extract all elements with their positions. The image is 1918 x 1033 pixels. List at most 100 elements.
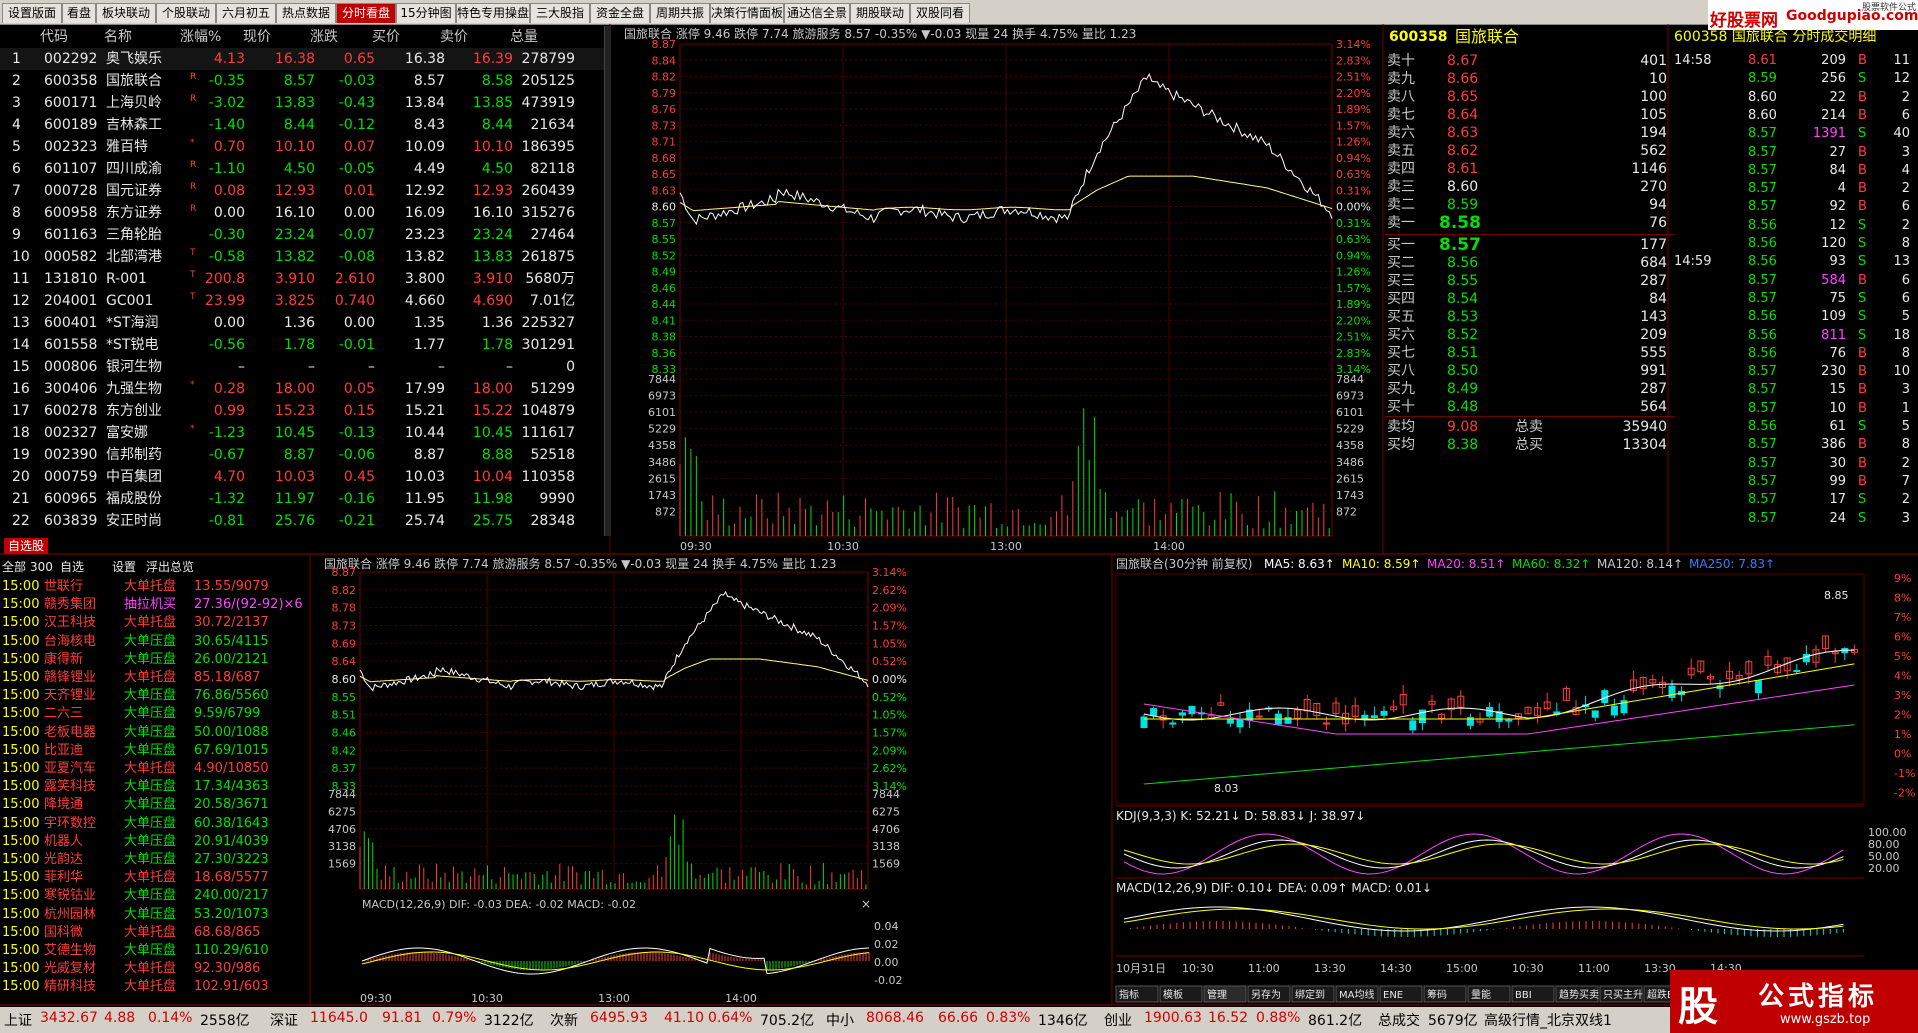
ask-row[interactable]: 卖八 8.65 100 <box>1385 88 1675 106</box>
indicator-tab[interactable]: BBI <box>1515 990 1532 1001</box>
indicator-tab[interactable]: 量能 <box>1471 988 1491 1001</box>
alert-row[interactable]: 15:00 比亚迪 大单压盘 67.69/1015 <box>0 742 308 760</box>
watchlist-row[interactable]: 8 600958 东方证券 R 0.00 16.10 0.00 16.09 16.10 31527… <box>0 202 610 224</box>
watchlist-row[interactable]: 4 600189 吉林森工 -1.40 8.44 -0.12 8.43 8.44 21634 <box>0 114 610 136</box>
alert-row[interactable]: 15:00 汉王科技 大单托盘 30.72/2137 <box>0 614 308 632</box>
ask-row[interactable]: 卖九 8.66 10 <box>1385 70 1675 88</box>
alert-row[interactable]: 15:00 杭州园林 大单压盘 53.20/1073 <box>0 906 308 924</box>
tick-row[interactable]: 8.57 27 B 3 <box>1670 144 1918 162</box>
indicator-tab[interactable]: ENE <box>1383 990 1403 1001</box>
tick-row[interactable]: 8.57 24 S 3 <box>1670 510 1918 528</box>
alert-filter-3[interactable]: 设置 <box>112 558 136 576</box>
indicator-tab[interactable]: 绑定到 <box>1295 988 1325 1001</box>
ask-row[interactable]: 卖一 8.58 76 <box>1385 214 1675 232</box>
bid-row[interactable]: 买四 8.54 84 <box>1385 290 1675 308</box>
tick-row[interactable]: 8.57 4 B 2 <box>1670 180 1918 198</box>
bid-row[interactable]: 买十 8.48 564 <box>1385 398 1675 416</box>
kline-chart[interactable]: 国旅联合(30分钟 前复权) MA5: 8.63↑ MA10: 8.59↑ MA20:… <box>1114 554 1918 1005</box>
alert-row[interactable]: 15:00 康得新 大单压盘 26.00/2121 <box>0 651 308 669</box>
alert-row[interactable]: 15:00 菲利华 大单托盘 18.68/5577 <box>0 869 308 887</box>
indicator-tab[interactable]: 模板 <box>1163 988 1183 1001</box>
tick-row[interactable]: 8.56 109 S 5 <box>1670 308 1918 326</box>
tick-row[interactable]: 8.57 92 B 6 <box>1670 198 1918 216</box>
tick-row[interactable]: 8.57 584 B 6 <box>1670 272 1918 290</box>
alert-row[interactable]: 15:00 赣秀集团 抽拉机买 27.36/(92-92)×6 <box>0 596 308 614</box>
watchlist-scrollbar[interactable] <box>604 26 611 536</box>
alert-filter-1[interactable]: 300 <box>30 558 53 576</box>
indicator-tab[interactable]: MA均线 <box>1339 988 1374 1001</box>
tick-row[interactable]: 8.57 15 B 3 <box>1670 381 1918 399</box>
indicator-tab[interactable]: 管理 <box>1207 988 1227 1001</box>
tick-row[interactable]: 14:59 8.56 93 S 13 <box>1670 253 1918 271</box>
tick-row[interactable]: 8.56 811 S 18 <box>1670 327 1918 345</box>
tick-row[interactable]: 8.56 120 S 8 <box>1670 235 1918 253</box>
watchlist-row[interactable]: 2 600358 国旅联合 R -0.35 8.57 -0.03 8.57 8.58 205125 <box>0 70 610 92</box>
watchlist-row[interactable]: 6 601107 四川成渝 R -1.10 4.50 -0.05 4.49 4.50 82118 <box>0 158 610 180</box>
watchlist-row[interactable]: 11 131810 R-001 T 200.8 3.910 2.610 3.800 3.910 5… <box>0 268 610 290</box>
alert-row[interactable]: 15:00 光韵达 大单压盘 27.30/3223 <box>0 851 308 869</box>
alert-row[interactable]: 15:00 光威复材 大单托盘 92.30/986 <box>0 960 308 978</box>
bid-row[interactable]: 买九 8.49 287 <box>1385 380 1675 398</box>
tick-row[interactable]: 8.56 61 S 5 <box>1670 418 1918 436</box>
watchlist-row[interactable]: 3 600171 上海贝岭 R -3.02 13.83 -0.43 13.84 13.85 473… <box>0 92 610 114</box>
intraday-chart-top[interactable]: 国旅联合 涨停 9.46 跌停 7.74 旅游服务 8.57 -0.35% ▼-… <box>612 24 1382 554</box>
indicator-tab[interactable]: 趋势买卖 <box>1559 988 1599 1001</box>
indicator-tab[interactable]: 筹码 <box>1427 988 1447 1001</box>
tick-row[interactable]: 8.60 22 B 2 <box>1670 89 1918 107</box>
indicator-tab[interactable]: 指标 <box>1119 988 1139 1001</box>
tick-row[interactable]: 8.59 256 S 12 <box>1670 70 1918 88</box>
tick-row[interactable]: 8.57 386 B 8 <box>1670 436 1918 454</box>
alert-filter-4[interactable]: 浮出 <box>146 558 170 576</box>
watchlist-row[interactable]: 19 002390 信邦制药 -0.67 8.87 -0.06 8.87 8.88 52518 <box>0 444 610 466</box>
watchlist-row[interactable]: 22 603839 安正时尚 -0.81 25.76 -0.21 25.74 25.75 283… <box>0 510 610 532</box>
ask-row[interactable]: 卖十 8.67 401 <box>1385 52 1675 70</box>
alert-row[interactable]: 15:00 精研科技 大单托盘 102.91/603 <box>0 978 308 996</box>
indicator-tab[interactable]: 另存为 <box>1251 988 1281 1001</box>
alert-row[interactable]: 15:00 二六三 大单压盘 9.59/6799 <box>0 705 308 723</box>
tick-row[interactable]: 8.57 10 B 1 <box>1670 400 1918 418</box>
watchlist-row[interactable]: 7 000728 国元证券 R 0.08 12.93 0.01 12.92 12.93 26043… <box>0 180 610 202</box>
watchlist-row[interactable]: 21 600965 福成股份 -1.32 11.97 -0.16 11.95 11.98 999… <box>0 488 610 510</box>
bid-row[interactable]: 买三 8.55 287 <box>1385 272 1675 290</box>
watchlist-row[interactable]: 15 000806 银河生物 – – – – – 0 <box>0 356 610 378</box>
bid-row[interactable]: 买二 8.56 684 <box>1385 254 1675 272</box>
alert-row[interactable]: 15:00 艾德生物 大单压盘 110.29/610 <box>0 942 308 960</box>
watchlist-row[interactable]: 13 600401 *ST海润 0.00 1.36 0.00 1.35 1.36 225327 <box>0 312 610 334</box>
alert-row[interactable]: 15:00 国科微 大单托盘 68.68/865 <box>0 924 308 942</box>
ask-row[interactable]: 卖二 8.59 94 <box>1385 196 1675 214</box>
alert-row[interactable]: 15:00 台海核电 大单压盘 30.65/4115 <box>0 633 308 651</box>
tick-row[interactable]: 8.57 99 B 7 <box>1670 473 1918 491</box>
intraday-chart-bottom[interactable]: 国旅联合 涨停 9.46 跌停 7.74 旅游服务 8.57 -0.35% ▼-… <box>312 554 1112 1005</box>
alert-row[interactable]: 15:00 露笑科技 大单压盘 17.34/4363 <box>0 778 308 796</box>
tick-row[interactable]: 14:58 8.61 209 B 11 <box>1670 52 1918 70</box>
watchlist-row[interactable]: 12 204001 GC001 T 23.99 3.825 0.740 4.660 4.690 7… <box>0 290 610 312</box>
bid-row[interactable]: 买一 8.57 177 <box>1385 236 1675 254</box>
ask-row[interactable]: 卖七 8.64 105 <box>1385 106 1675 124</box>
ask-row[interactable]: 卖五 8.62 562 <box>1385 142 1675 160</box>
bid-row[interactable]: 买五 8.53 143 <box>1385 308 1675 326</box>
alert-row[interactable]: 15:00 世联行 大单托盘 13.55/9079 <box>0 578 308 596</box>
watchlist-row[interactable]: 17 600278 东方创业 0.99 15.23 0.15 15.21 15.22 10487… <box>0 400 610 422</box>
ask-row[interactable]: 卖六 8.63 194 <box>1385 124 1675 142</box>
alert-row[interactable]: 15:00 宇环数控 大单压盘 60.38/1643 <box>0 815 308 833</box>
tab-self-select[interactable]: 自选股 <box>4 538 49 554</box>
watchlist-row[interactable]: 9 601163 三角轮胎 -0.30 23.24 -0.07 23.23 23.24 2746… <box>0 224 610 246</box>
tick-row[interactable]: 8.56 76 B 8 <box>1670 345 1918 363</box>
alert-row[interactable]: 15:00 亚夏汽车 大单托盘 4.90/10850 <box>0 760 308 778</box>
watchlist-row[interactable]: 20 000759 中百集团 4.70 10.03 0.45 10.03 10.04 11035… <box>0 466 610 488</box>
alert-row[interactable]: 15:00 机器人 大单压盘 20.91/4039 <box>0 833 308 851</box>
alert-filter-0[interactable]: 全部 <box>2 558 26 576</box>
tick-row[interactable]: 8.57 1391 S 40 <box>1670 125 1918 143</box>
bid-row[interactable]: 买七 8.51 555 <box>1385 344 1675 362</box>
watchlist-row[interactable]: 18 002327 富安娜 * -1.23 10.45 -0.13 10.44 10.45 111… <box>0 422 610 444</box>
watchlist-row[interactable]: 14 601558 *ST锐电 -0.56 1.78 -0.01 1.77 1.78 30129… <box>0 334 610 356</box>
watchlist-row[interactable]: 10 000582 北部湾港 T -0.58 13.82 -0.08 13.82 13.83 26… <box>0 246 610 268</box>
tick-row[interactable]: 8.56 12 S 2 <box>1670 217 1918 235</box>
alert-filter-5[interactable]: 总览 <box>170 558 194 576</box>
watchlist-row[interactable]: 5 002323 雅百特 * 0.70 10.10 0.07 10.09 10.10 186395 <box>0 136 610 158</box>
ask-row[interactable]: 卖三 8.60 270 <box>1385 178 1675 196</box>
bid-row[interactable]: 买八 8.50 991 <box>1385 362 1675 380</box>
tick-row[interactable]: 8.57 75 S 6 <box>1670 290 1918 308</box>
tick-row[interactable]: 8.60 214 B 6 <box>1670 107 1918 125</box>
alert-row[interactable]: 15:00 寒锐钴业 大单压盘 240.00/217 <box>0 887 308 905</box>
